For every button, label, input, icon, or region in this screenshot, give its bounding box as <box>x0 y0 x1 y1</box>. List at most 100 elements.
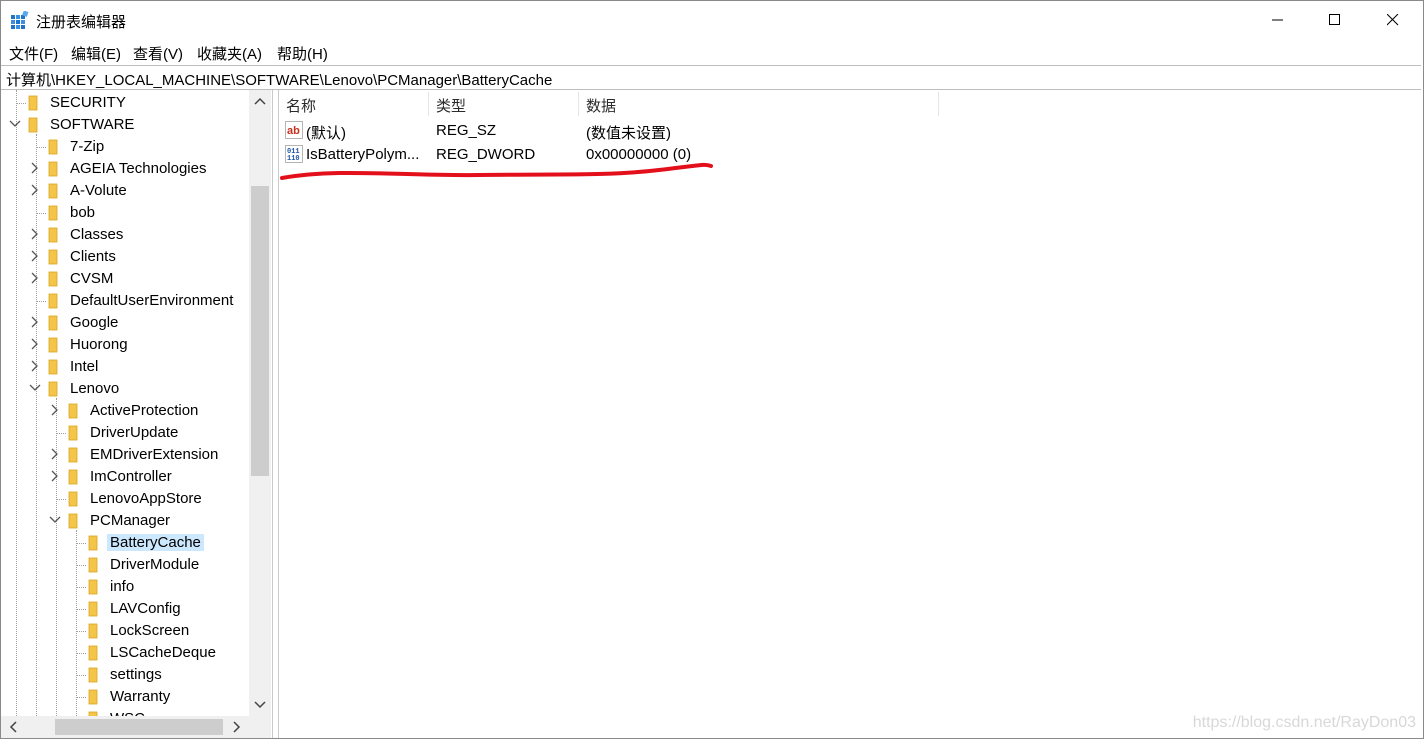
chevron-right-icon[interactable] <box>29 360 41 372</box>
folder-icon <box>68 425 78 441</box>
tree-node[interactable]: AGEIA Technologies <box>1 158 249 180</box>
chevron-right-icon[interactable] <box>29 250 41 262</box>
chevron-down-icon <box>254 701 266 709</box>
folder-icon <box>48 139 58 155</box>
tree-node-label: DriverModule <box>110 556 200 573</box>
chevron-right-icon[interactable] <box>49 448 61 460</box>
folder-icon <box>68 447 78 463</box>
column-label: 类型 <box>436 98 467 115</box>
chevron-right-icon[interactable] <box>49 470 61 482</box>
tree-node[interactable]: LockScreen <box>1 620 249 642</box>
chevron-right-icon[interactable] <box>29 272 41 284</box>
column-header-type[interactable]: 类型 <box>429 92 579 116</box>
folder-icon <box>68 403 78 419</box>
tree-node[interactable]: SECURITY <box>1 92 249 114</box>
tree-node-label: Lenovo <box>70 380 120 397</box>
tree-node-label: Clients <box>70 248 116 265</box>
tree-guide-line <box>16 103 26 104</box>
tree-node[interactable]: settings <box>1 664 249 686</box>
scroll-left-button[interactable] <box>5 719 21 735</box>
red-underline-annotation <box>280 162 713 180</box>
tree-node[interactable]: SOFTWARE <box>1 114 249 136</box>
tree-node[interactable]: DefaultUserEnvironment <box>1 290 249 312</box>
tree-node-label: Google <box>70 314 119 331</box>
tree-node[interactable]: bob <box>1 202 249 224</box>
chevron-right-icon[interactable] <box>29 184 41 196</box>
column-header-data[interactable]: 数据 <box>579 92 939 116</box>
tree-node[interactable]: PCManager <box>1 510 249 532</box>
tree-vertical-scrollbar[interactable] <box>249 90 271 716</box>
chevron-right-icon[interactable] <box>29 316 41 328</box>
tree-guide-line <box>36 301 46 302</box>
address-bar[interactable]: 计算机\HKEY_LOCAL_MACHINE\SOFTWARE\Lenovo\P… <box>1 65 1421 90</box>
folder-icon <box>88 689 98 705</box>
scroll-thumb[interactable] <box>251 186 269 476</box>
tree-guide-line <box>76 609 86 610</box>
chevron-right-icon[interactable] <box>29 162 41 174</box>
maximize-icon <box>1329 14 1340 25</box>
tree-node[interactable]: Intel <box>1 356 249 378</box>
scroll-down-button[interactable] <box>252 697 268 713</box>
tree-node[interactable]: A-Volute <box>1 180 249 202</box>
address-path[interactable]: 计算机\HKEY_LOCAL_MACHINE\SOFTWARE\Lenovo\P… <box>6 69 552 90</box>
tree-node[interactable]: LAVConfig <box>1 598 249 620</box>
chevron-down-icon[interactable] <box>29 382 41 394</box>
menu-edit[interactable]: 编辑(E) <box>71 43 121 64</box>
menu-favorites[interactable]: 收藏夹(A) <box>197 43 262 64</box>
title-bar[interactable]: 注册表编辑器 <box>1 1 1423 39</box>
tree-node[interactable]: ActiveProtection <box>1 400 249 422</box>
tree-node[interactable]: 7-Zip <box>1 136 249 158</box>
tree-node[interactable]: ImController <box>1 466 249 488</box>
tree-node[interactable]: Huorong <box>1 334 249 356</box>
tree-node[interactable]: Lenovo <box>1 378 249 400</box>
tree-node[interactable]: DriverModule <box>1 554 249 576</box>
tree-horizontal-scrollbar[interactable] <box>1 716 249 738</box>
tree-node[interactable]: Google <box>1 312 249 334</box>
chevron-right-icon[interactable] <box>49 404 61 416</box>
chevron-right-icon[interactable] <box>29 338 41 350</box>
tree-guide-line <box>76 631 86 632</box>
tree-guide-line <box>56 499 66 500</box>
menu-view[interactable]: 查看(V) <box>133 43 183 64</box>
chevron-down-icon[interactable] <box>49 514 61 526</box>
tree-node[interactable]: Warranty <box>1 686 249 708</box>
value-type: REG_SZ <box>436 122 497 139</box>
close-button[interactable] <box>1364 1 1422 39</box>
key-tree: SECURITY SOFTWARE 7-Zip AGEIA Technologies A… <box>1 90 273 738</box>
tree-node-label: 7-Zip <box>70 138 105 155</box>
tree-node-label: DriverUpdate <box>90 424 179 441</box>
tree-node-label: DefaultUserEnvironment <box>70 292 234 309</box>
folder-icon <box>48 271 58 287</box>
folder-icon <box>48 359 58 375</box>
menu-file[interactable]: 文件(F) <box>9 43 58 64</box>
tree-node-label: CVSM <box>70 270 114 287</box>
tree-node[interactable]: Classes <box>1 224 249 246</box>
scroll-right-button[interactable] <box>229 719 245 735</box>
column-header-name[interactable]: 名称 <box>279 92 429 116</box>
chevron-left-icon <box>9 721 17 733</box>
scroll-thumb[interactable] <box>55 719 223 735</box>
tree-node[interactable]: Clients <box>1 246 249 268</box>
scrollbar-corner <box>249 716 271 738</box>
menu-help[interactable]: 帮助(H) <box>277 43 328 64</box>
tree-node[interactable]: LSCacheDeque <box>1 642 249 664</box>
scroll-up-button[interactable] <box>252 93 268 109</box>
tree-node[interactable]: LenovoAppStore <box>1 488 249 510</box>
maximize-button[interactable] <box>1306 1 1364 39</box>
tree-node[interactable]: DriverUpdate <box>1 422 249 444</box>
tree-node-label: A-Volute <box>70 182 127 199</box>
minimize-button[interactable] <box>1249 1 1307 39</box>
string-value-icon: ab <box>285 121 303 139</box>
value-row[interactable]: ab (默认) REG_SZ (数值未设置) <box>279 119 979 142</box>
tree-node[interactable]: BatteryCache <box>1 532 249 554</box>
folder-icon <box>48 293 58 309</box>
tree-node[interactable]: CVSM <box>1 268 249 290</box>
tree-node[interactable]: info <box>1 576 249 598</box>
chevron-down-icon[interactable] <box>9 118 21 130</box>
folder-icon <box>88 579 98 595</box>
folder-icon <box>48 227 58 243</box>
chevron-right-icon[interactable] <box>29 228 41 240</box>
chevron-right-icon <box>233 721 241 733</box>
tree-node[interactable]: EMDriverExtension <box>1 444 249 466</box>
folder-icon <box>68 491 78 507</box>
